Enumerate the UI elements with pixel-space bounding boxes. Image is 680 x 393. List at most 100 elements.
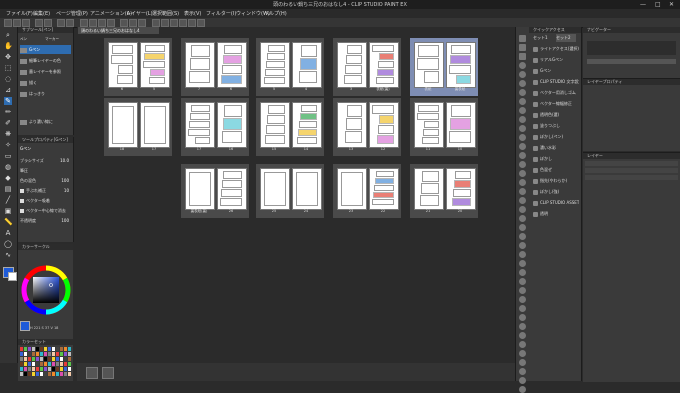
color-swatch[interactable]	[20, 362, 23, 366]
color-swatch[interactable]	[44, 367, 47, 371]
shortcut-icon[interactable]	[519, 170, 526, 177]
quick-access-item[interactable]: 透明色(選)	[533, 111, 579, 119]
quick-access-item[interactable]: CLIP STUDIO 文字設定	[533, 78, 579, 86]
prop-value[interactable]: 10	[64, 187, 69, 195]
checkbox-icon[interactable]	[20, 189, 24, 193]
color-swatch[interactable]	[24, 347, 27, 351]
page-thumbnail[interactable]	[337, 42, 367, 88]
color-swatch[interactable]	[52, 362, 55, 366]
color-swatch[interactable]	[52, 352, 55, 356]
color-swatch[interactable]	[48, 362, 51, 366]
page-thumbnail[interactable]	[446, 102, 476, 148]
page-thumbnail[interactable]	[108, 102, 138, 148]
menu-view[interactable]: 表示(V)	[184, 10, 201, 17]
zoom-icon[interactable]: ⌕	[4, 31, 12, 39]
quick-access-item[interactable]: 指先(やわらか)	[533, 177, 579, 185]
shortcut-icon[interactable]	[519, 98, 526, 105]
color-swatch[interactable]	[32, 362, 35, 366]
color-swatch[interactable]	[48, 367, 51, 371]
prop-vector-erase[interactable]: ベクター中心線で消去	[20, 207, 71, 215]
color-swatch[interactable]	[44, 347, 47, 351]
brush-icon[interactable]: ✐	[4, 119, 12, 127]
color-swatch[interactable]	[36, 352, 39, 356]
page-thumbnail[interactable]	[185, 42, 215, 88]
color-swatch[interactable]	[64, 362, 67, 366]
color-wheel[interactable]	[20, 264, 72, 316]
page-thumbnail[interactable]	[140, 42, 170, 88]
transform-icon[interactable]	[66, 19, 74, 27]
shrink-selection-icon[interactable]	[107, 19, 115, 27]
layer-toolbar[interactable]	[585, 175, 678, 180]
color-swatch[interactable]	[52, 347, 55, 351]
color-swatch[interactable]	[68, 352, 71, 356]
expand-selection-icon[interactable]	[98, 19, 106, 27]
page-thumbnail[interactable]	[217, 42, 247, 88]
color-swatch[interactable]	[20, 357, 23, 361]
color-swatch[interactable]	[24, 367, 27, 371]
color-swatch[interactable]	[64, 357, 67, 361]
color-swatch[interactable]	[56, 372, 59, 376]
subtool-item-6[interactable]: より濃い線に	[20, 117, 71, 126]
page-add-icon[interactable]	[179, 19, 187, 27]
color-swatch[interactable]	[48, 372, 51, 376]
redo-icon[interactable]	[44, 19, 52, 27]
shortcut-icon[interactable]	[519, 350, 526, 357]
color-swatch[interactable]	[60, 362, 63, 366]
quick-access-item[interactable]: リアルGペン	[533, 56, 579, 64]
color-swatch[interactable]	[60, 347, 63, 351]
color-swatch[interactable]	[32, 367, 35, 371]
pencil-icon[interactable]: ✏	[4, 108, 12, 116]
correct-line-icon[interactable]: ∿	[4, 251, 12, 259]
shortcut-icon[interactable]	[519, 242, 526, 249]
page-thumbnail[interactable]	[414, 102, 444, 148]
current-color-swatch[interactable]	[20, 321, 30, 331]
color-swatch[interactable]	[60, 352, 63, 356]
ruler-icon[interactable]: 📏	[4, 218, 13, 226]
color-swatch[interactable]	[64, 347, 67, 351]
color-swatch[interactable]	[32, 372, 35, 376]
page-thumbnail[interactable]	[337, 102, 367, 148]
snap-ruler-icon[interactable]	[120, 19, 128, 27]
figure-icon[interactable]: ╱	[4, 196, 12, 204]
color-swatch[interactable]	[20, 347, 23, 351]
page-thumbnail[interactable]	[185, 168, 215, 210]
shortcut-icon[interactable]	[519, 62, 526, 69]
color-swatch[interactable]	[36, 347, 39, 351]
menu-help[interactable]: ヘルプ(H)	[264, 10, 287, 17]
quick-access-item[interactable]: ライトアクセス(選択)	[533, 45, 579, 53]
color-swatch[interactable]	[60, 357, 63, 361]
navigator-preview[interactable]	[587, 41, 676, 55]
color-swatch[interactable]	[48, 357, 51, 361]
maximize-button[interactable]: □	[655, 1, 661, 8]
shortcut-icon[interactable]	[519, 386, 526, 393]
shortcut-icon[interactable]	[519, 44, 526, 51]
quick-access-item[interactable]: Gペン	[533, 67, 579, 75]
subtool-item-5[interactable]: はっきり	[20, 89, 71, 98]
color-swatch[interactable]	[32, 357, 35, 361]
shortcut-icon[interactable]	[519, 134, 526, 141]
color-swatch[interactable]	[56, 362, 59, 366]
minimize-button[interactable]: —	[640, 1, 646, 8]
shortcut-icon[interactable]	[519, 89, 526, 96]
page-thumbnail[interactable]	[369, 42, 399, 88]
color-swatch[interactable]	[36, 372, 39, 376]
quick-access-item[interactable]: ぼかし	[533, 155, 579, 163]
prop-color-mix[interactable]: 色の混色 100	[20, 177, 71, 185]
subtool-tab-marker[interactable]: マーカー	[45, 35, 69, 44]
shortcut-icon[interactable]	[519, 143, 526, 150]
quick-access-item[interactable]: ぼかし(強)	[533, 188, 579, 196]
quick-access-item[interactable]: 色混ぜ	[533, 166, 579, 174]
color-swatch[interactable]	[56, 367, 59, 371]
color-swatch[interactable]	[24, 362, 27, 366]
color-swatch[interactable]	[68, 362, 71, 366]
qa-tab-set1[interactable]: セット1	[533, 34, 553, 42]
color-swatch[interactable]	[60, 372, 63, 376]
page-settings-icon[interactable]	[197, 19, 205, 27]
shortcut-icon[interactable]	[519, 296, 526, 303]
shortcut-icon[interactable]	[519, 251, 526, 258]
color-swatch[interactable]	[28, 352, 31, 356]
menu-select[interactable]: 選択範囲(S)	[152, 10, 179, 17]
quick-access-item[interactable]: ベクター用消しゴム	[533, 89, 579, 97]
shortcut-icon[interactable]	[519, 359, 526, 366]
color-swatch[interactable]	[60, 367, 63, 371]
